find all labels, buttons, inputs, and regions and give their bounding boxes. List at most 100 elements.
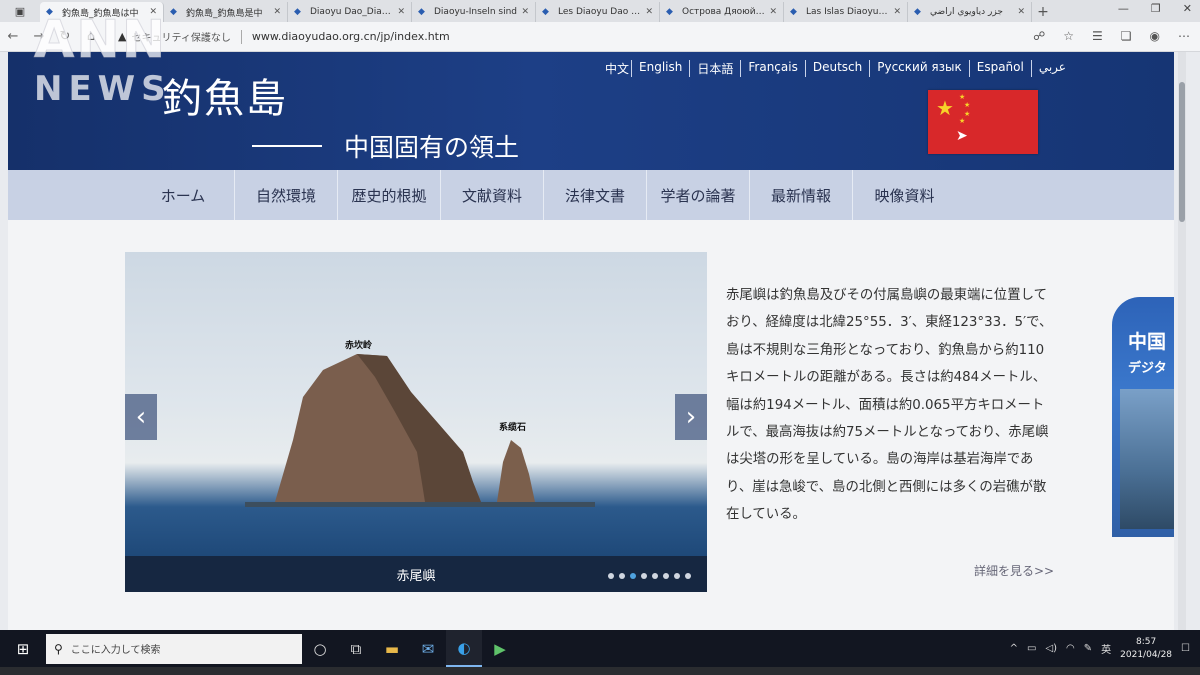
nav-item[interactable]: ホーム: [132, 170, 235, 220]
language-link[interactable]: Français: [741, 60, 806, 77]
island-description: 赤尾嶼は釣魚島及びその付属島嶼の最東端に位置しており、経緯度は北緯25°55．3…: [726, 288, 1053, 523]
slider-dot[interactable]: [630, 573, 636, 579]
web-page: 釣魚島 中国固有の領土 中文 English 日本語 Français Deutsch Р…: [8, 52, 1174, 630]
url-field[interactable]: www.diaoyudao.org.cn/jp/index.htm: [252, 30, 450, 43]
flag-star-icon: ★: [964, 101, 971, 109]
browser-tab[interactable]: ◆ Diaoyu-Inseln sind ✕: [412, 2, 536, 22]
china-flag: ★ ★ ★ ★ ★: [928, 90, 1038, 154]
back-icon[interactable]: ←: [0, 29, 26, 44]
language-link[interactable]: Deutsch: [806, 60, 871, 77]
label-peak: 赤坎岭: [345, 341, 373, 351]
mail-icon[interactable]: ✉: [410, 630, 446, 667]
search-icon: ⚲: [54, 641, 63, 656]
browser-tab[interactable]: ◆ Острова Дяоюйда ✕: [660, 2, 784, 22]
maximize-icon[interactable]: ❐: [1151, 2, 1161, 15]
more-menu-icon[interactable]: ⋯: [1178, 29, 1190, 43]
flag-star-icon: ★: [959, 93, 966, 101]
browser-tab[interactable]: ◆ Les Diaoyu Dao – L ✕: [536, 2, 660, 22]
collections-icon[interactable]: ❏: [1121, 29, 1132, 43]
favorite-star-icon[interactable]: ☆: [1063, 29, 1074, 43]
main-navigation: ホーム 自然環境 歴史的根拠 文献資料 法律文書 学者の論著 最新情報 映像資料: [8, 170, 1174, 220]
task-view-icon[interactable]: ⧉: [338, 630, 374, 667]
caption-text: 赤尾嶼: [396, 568, 436, 584]
monitor-bezel: [0, 667, 1200, 675]
browser-tab[interactable]: ◆ Las Islas Diaoyu, te ✕: [784, 2, 908, 22]
sea-stack-rock: [497, 440, 535, 502]
nav-item[interactable]: 学者の論著: [647, 170, 750, 220]
slider-next-button[interactable]: ›: [675, 394, 707, 440]
clock-date: 2021/04/28: [1120, 649, 1173, 660]
page-scrollbar[interactable]: [1178, 52, 1186, 630]
search-placeholder: ここに入力して検索: [70, 645, 161, 656]
tray-chevron-icon[interactable]: ^: [1010, 643, 1018, 654]
watermark-ann: ANN: [34, 10, 168, 70]
profile-avatar-icon[interactable]: ◉: [1150, 29, 1160, 43]
tab-close-icon[interactable]: ✕: [273, 7, 281, 17]
tab-title: Diaoyu-Inseln sind: [434, 7, 517, 17]
clock[interactable]: 8:57 2021/04/28: [1120, 636, 1172, 662]
volume-icon[interactable]: ◁): [1045, 643, 1057, 654]
browser-tab[interactable]: ◆ Diaoyu Dao_Diaoyu ✕: [288, 2, 412, 22]
nav-item[interactable]: 最新情報: [750, 170, 853, 220]
browser-tab[interactable]: ◆ جزر دياويوي أراضي ✕: [908, 2, 1032, 22]
taskbar-search[interactable]: ⚲ ここに入力して検索: [46, 633, 302, 664]
language-link[interactable]: English: [632, 60, 691, 77]
promo-title: 中国: [1128, 331, 1167, 353]
tab-close-icon[interactable]: ✕: [893, 7, 901, 17]
pen-icon[interactable]: ✎: [1084, 643, 1092, 654]
site-favicon-icon: ◆: [294, 7, 301, 17]
tab-close-icon[interactable]: ✕: [769, 7, 777, 17]
new-tab-button[interactable]: +: [1032, 2, 1054, 22]
tab-close-icon[interactable]: ✕: [521, 7, 529, 17]
language-link[interactable]: Español: [970, 60, 1032, 77]
nav-item[interactable]: 映像資料: [853, 170, 956, 220]
language-link[interactable]: 日本語: [690, 60, 742, 77]
nav-item[interactable]: 自然環境: [235, 170, 338, 220]
notifications-icon[interactable]: ☐: [1181, 643, 1190, 654]
slider-dot[interactable]: [619, 573, 625, 579]
tagline-dash: [252, 145, 322, 147]
network-icon[interactable]: ◠: [1066, 643, 1075, 654]
cortana-icon[interactable]: ○: [302, 630, 338, 667]
edge-browser-icon[interactable]: ◐: [446, 630, 482, 667]
slider-dot[interactable]: [652, 573, 658, 579]
browser-tab-strip: ▣ ◆ 釣魚島_釣魚島は中 ✕ ◆ 釣魚島_釣魚島是中 ✕ ◆ Diaoyu Dao_Diao…: [0, 0, 1200, 22]
favorites-icon[interactable]: ☰: [1092, 29, 1103, 43]
nav-item[interactable]: 文献資料: [441, 170, 544, 220]
slider-caption: 赤尾嶼: [125, 556, 707, 592]
language-link[interactable]: عربي: [1032, 60, 1073, 77]
tab-title: 釣魚島_釣魚島是中: [186, 8, 263, 19]
minimize-icon[interactable]: —: [1118, 2, 1129, 15]
nav-item[interactable]: 歴史的根拠: [338, 170, 441, 220]
address-bar: ← → ↻ ⌂ ▲ セキュリティ保護なし www.diaoyudao.org.c…: [0, 22, 1200, 52]
language-link[interactable]: 中文: [598, 60, 633, 77]
slider-dot[interactable]: [608, 573, 614, 579]
close-icon[interactable]: ✕: [1183, 2, 1192, 15]
file-explorer-icon[interactable]: ▬: [374, 630, 410, 667]
tab-close-icon[interactable]: ✕: [397, 7, 405, 17]
site-favicon-icon: ◆: [418, 7, 425, 17]
media-player-icon[interactable]: ▶: [482, 630, 518, 667]
slider-dot[interactable]: [641, 573, 647, 579]
language-link[interactable]: Русский язык: [870, 60, 970, 77]
tab-close-icon[interactable]: ✕: [1017, 7, 1025, 17]
scrollbar-thumb[interactable]: [1179, 82, 1185, 222]
start-button[interactable]: ⊞: [0, 630, 46, 667]
battery-icon[interactable]: ▭: [1027, 643, 1036, 654]
promo-banner[interactable]: 中国 デジタ: [1112, 297, 1174, 537]
site-logo[interactable]: 釣魚島: [162, 66, 288, 124]
slider-dot[interactable]: [674, 573, 680, 579]
slider-dots: [608, 573, 691, 579]
tab-title: Diaoyu Dao_Diaoyu: [310, 7, 394, 17]
more-link[interactable]: 詳細を見る>>: [974, 562, 1054, 579]
tab-close-icon[interactable]: ✕: [645, 7, 653, 17]
slider-dot[interactable]: [663, 573, 669, 579]
browser-tab[interactable]: ◆ 釣魚島_釣魚島是中 ✕: [164, 2, 288, 22]
slider-prev-button[interactable]: ‹: [125, 394, 157, 440]
nav-item[interactable]: 法律文書: [544, 170, 647, 220]
mouse-cursor-icon: ➤: [956, 128, 968, 144]
promo-subtitle: デジタ: [1128, 361, 1167, 376]
ime-indicator[interactable]: 英: [1101, 641, 1111, 656]
slider-dot[interactable]: [685, 573, 691, 579]
site-permissions-icon[interactable]: ☍: [1033, 29, 1045, 43]
